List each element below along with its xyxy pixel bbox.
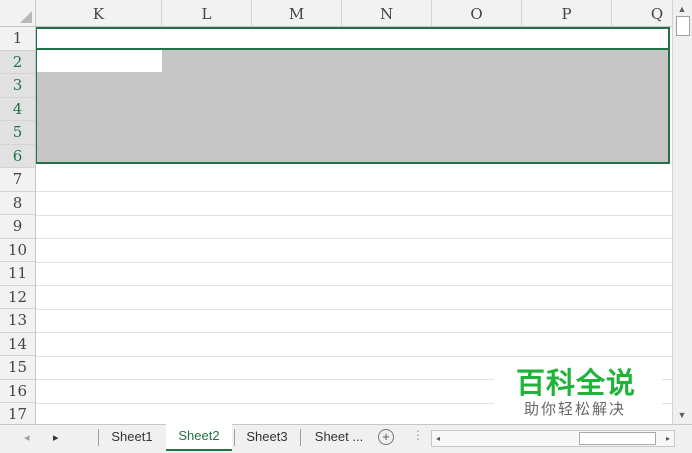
- row-header-8[interactable]: 8: [0, 192, 35, 215]
- tab-sheet2[interactable]: Sheet2: [166, 424, 232, 451]
- gridline: [36, 261, 672, 263]
- row-header-12[interactable]: 12: [0, 286, 35, 309]
- vertical-scroll-thumb[interactable]: [676, 16, 690, 36]
- row-header-7[interactable]: 7: [0, 168, 35, 192]
- row-header-bar: 1 2 3 4 5 6 7 8 9 10 11 12 13 14 15 16 1…: [0, 27, 36, 424]
- tab-divider: [300, 429, 301, 446]
- gridline: [36, 355, 672, 357]
- vertical-scrollbar[interactable]: ▲ ▼: [672, 0, 692, 424]
- select-all-corner[interactable]: [0, 0, 36, 26]
- tab-sheet3[interactable]: Sheet3: [236, 425, 298, 449]
- tab-sheet1[interactable]: Sheet1: [100, 425, 164, 449]
- tab-more-sheets[interactable]: Sheet ...: [302, 425, 376, 449]
- row-header-10[interactable]: 10: [0, 239, 35, 262]
- active-cell[interactable]: [37, 50, 162, 72]
- select-all-triangle-icon: [20, 11, 32, 23]
- row-header-6[interactable]: 6: [0, 144, 35, 168]
- gridline: [36, 214, 672, 216]
- row-header-17[interactable]: 17: [0, 403, 35, 424]
- next-sheet-icon[interactable]: ▸: [53, 431, 59, 444]
- gridline: [36, 191, 672, 192]
- previous-selection-border: [36, 27, 670, 48]
- watermark-logo: 百科全说 助你轻松解决: [494, 360, 662, 424]
- row-header-3[interactable]: 3: [0, 74, 35, 98]
- row-header-9[interactable]: 9: [0, 215, 35, 239]
- scroll-left-icon[interactable]: ◂: [432, 431, 444, 446]
- watermark-title: 百科全说: [516, 366, 637, 400]
- gridline: [36, 285, 672, 286]
- watermark-subtitle: 助你轻松解决: [524, 400, 627, 418]
- column-header-o[interactable]: O: [432, 0, 522, 26]
- column-header-k[interactable]: K: [36, 0, 162, 26]
- sheet-tab-bar: ◂ ▸ Sheet1 Sheet2 Sheet3 Sheet ... + ⋮ ◂…: [0, 424, 692, 453]
- scroll-up-icon[interactable]: ▲: [675, 2, 689, 16]
- row-header-15[interactable]: 15: [0, 356, 35, 380]
- tab-divider: [98, 429, 99, 446]
- row-header-11[interactable]: 11: [0, 262, 35, 286]
- scroll-down-icon[interactable]: ▼: [675, 408, 689, 422]
- gridline: [36, 308, 672, 310]
- gridline: [36, 238, 672, 239]
- row-header-5[interactable]: 5: [0, 121, 35, 145]
- column-header-l[interactable]: L: [162, 0, 252, 26]
- row-header-4[interactable]: 4: [0, 97, 35, 121]
- row-header-2[interactable]: 2: [0, 50, 35, 74]
- row-header-16[interactable]: 16: [0, 380, 35, 403]
- row-header-13[interactable]: 13: [0, 309, 35, 333]
- prev-sheet-icon[interactable]: ◂: [24, 431, 30, 444]
- row-header-1[interactable]: 1: [0, 27, 35, 51]
- split-handle-icon[interactable]: ⋮: [412, 428, 424, 442]
- column-header-n[interactable]: N: [342, 0, 432, 26]
- row-header-14[interactable]: 14: [0, 333, 35, 356]
- tab-divider: [234, 429, 235, 446]
- column-header-p[interactable]: P: [522, 0, 612, 26]
- column-header-m[interactable]: M: [252, 0, 342, 26]
- column-header-bar: K L M N O P Q: [0, 0, 672, 27]
- column-header-q[interactable]: Q: [612, 0, 672, 26]
- scroll-right-icon[interactable]: ▸: [662, 431, 674, 446]
- horizontal-scroll-thumb[interactable]: [579, 432, 656, 445]
- add-sheet-icon[interactable]: +: [378, 429, 394, 445]
- horizontal-scrollbar[interactable]: ◂ ▸: [431, 430, 675, 447]
- gridline: [36, 332, 672, 333]
